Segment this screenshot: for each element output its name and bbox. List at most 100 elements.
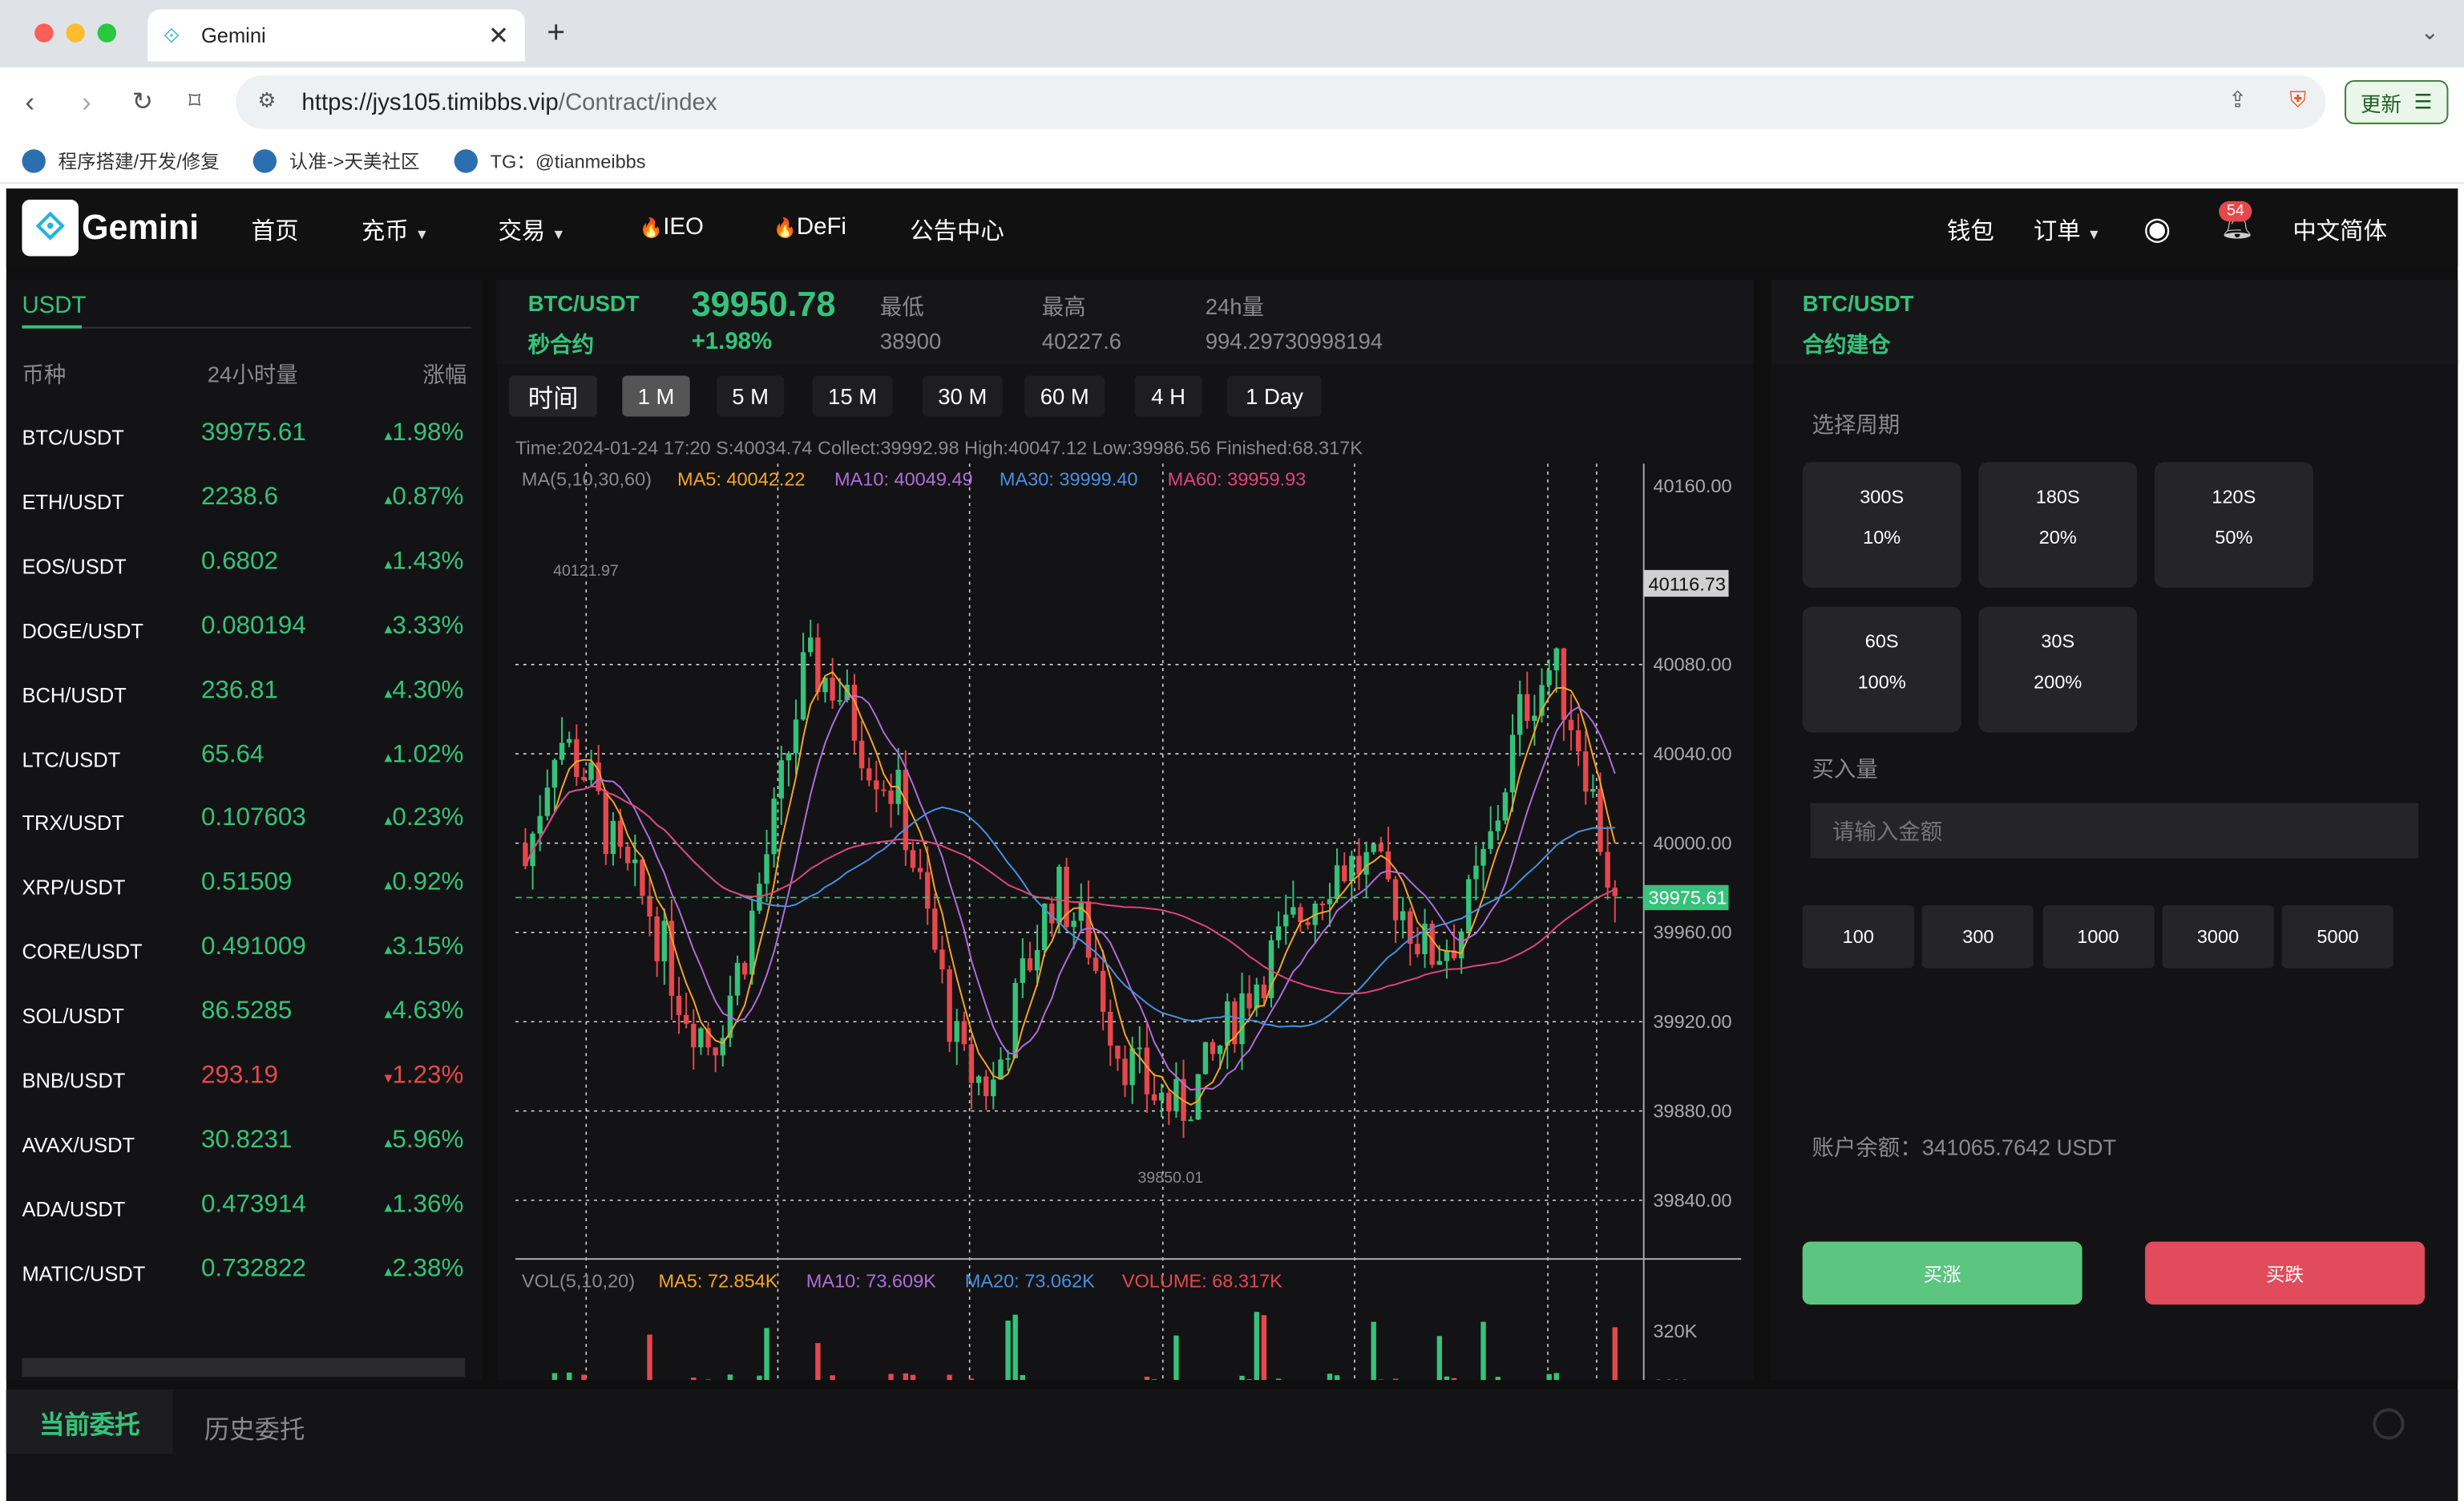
back-icon[interactable]: ‹ xyxy=(25,87,34,119)
candle-body xyxy=(1305,922,1311,925)
period-button[interactable]: 5 M xyxy=(716,375,785,417)
horizontal-scrollbar[interactable] xyxy=(22,1357,466,1378)
candle-body xyxy=(786,753,792,761)
market-row[interactable]: SOL/USDT 86.5285 ▴4.63% xyxy=(6,982,483,1046)
nav-ieo[interactable]: 🔥IEO xyxy=(640,214,704,241)
row-change: ▴2.38% xyxy=(385,1256,464,1284)
minimize-window-dot[interactable] xyxy=(66,23,85,42)
period-option[interactable]: 60S 100% xyxy=(1802,606,1961,733)
period-button[interactable]: 1 Day xyxy=(1227,375,1322,417)
y-tick-label: 39880.00 xyxy=(1653,1100,1731,1121)
address-bar[interactable]: ⚙ https://jys105.timibbs.vip/Contract/in… xyxy=(236,75,2326,129)
ma60-line xyxy=(524,785,1616,995)
period-option[interactable]: 300S 10% xyxy=(1802,462,1961,589)
period-option[interactable]: 180S 20% xyxy=(1978,462,2138,589)
arrow-up-icon: ▴ xyxy=(384,1135,393,1152)
reload-icon[interactable]: ↻ xyxy=(132,87,153,118)
market-row[interactable]: ADA/USDT 0.473914 ▴1.36% xyxy=(6,1175,483,1240)
candle-body xyxy=(1546,670,1552,686)
quick-amount-button[interactable]: 5000 xyxy=(2282,905,2394,969)
buy-down-button[interactable]: 买跌 xyxy=(2145,1241,2426,1305)
tab-current-orders[interactable]: 当前委托 xyxy=(6,1389,173,1454)
language-select[interactable]: 中文简体 xyxy=(2292,214,2387,247)
market-row[interactable]: ETH/USDT 2238.6 ▴0.87% xyxy=(6,468,483,532)
quick-amount-button[interactable]: 1000 xyxy=(2042,905,2155,969)
loading-spinner-icon xyxy=(2373,1408,2405,1440)
volume-ma5-legend: MA5: 72.854K xyxy=(658,1270,778,1291)
nav-deposit[interactable]: 充币 ▼ xyxy=(362,214,429,247)
period-button[interactable]: 15 M xyxy=(812,375,893,417)
candle-body xyxy=(551,759,558,788)
close-window-dot[interactable] xyxy=(34,23,54,42)
forward-icon[interactable]: › xyxy=(82,87,91,119)
period-option[interactable]: 120S 50% xyxy=(2154,462,2313,589)
amount-input[interactable] xyxy=(1810,803,2419,859)
period-button[interactable]: 60 M xyxy=(1024,375,1105,417)
nav-home[interactable]: 首页 xyxy=(252,214,299,247)
row-price: 65.64 xyxy=(200,741,265,768)
market-row[interactable]: TRX/USDT 0.107603 ▴0.23% xyxy=(6,790,483,854)
market-row[interactable]: LTC/USDT 65.64 ▴1.02% xyxy=(6,726,483,790)
candle-body xyxy=(866,768,872,781)
candle-body xyxy=(566,738,572,743)
site-logo[interactable]: ⟐ Gemini xyxy=(22,199,199,257)
bookmark-item[interactable]: TG：@tianmeibbs xyxy=(454,148,646,174)
share-icon[interactable]: ⇪ xyxy=(2228,87,2247,113)
nav-wallet[interactable]: 钱包 xyxy=(1947,214,1994,247)
tab-list-chevron-icon[interactable]: ⌄ xyxy=(2421,19,2439,46)
candle-body xyxy=(1378,844,1384,852)
volume-bar xyxy=(1378,1379,1384,1381)
market-row[interactable]: BTC/USDT 39975.61 ▴1.98% xyxy=(6,404,483,468)
site-info-icon[interactable]: ⚙ xyxy=(258,88,277,113)
nav-announcements[interactable]: 公告中心 xyxy=(910,214,1004,247)
market-row[interactable]: DOGE/USDT 0.080194 ▴3.33% xyxy=(6,597,483,661)
tab-usdt[interactable]: USDT xyxy=(22,293,86,319)
quick-amount-button[interactable]: 300 xyxy=(1922,905,2034,969)
bookmark-item[interactable]: 认准->天美社区 xyxy=(252,148,420,174)
user-avatar-icon[interactable]: ◉ xyxy=(2143,209,2171,249)
quick-amount-button[interactable]: 3000 xyxy=(2162,905,2274,969)
period-button[interactable]: 1 M xyxy=(622,375,690,417)
browser-tab[interactable]: ⟐ Gemini ✕ xyxy=(147,9,525,62)
market-row[interactable]: MATIC/USDT 0.732822 ▴2.38% xyxy=(6,1240,483,1304)
update-button[interactable]: 更新 ☰ xyxy=(2345,79,2449,124)
row-change: ▴4.30% xyxy=(385,677,464,705)
market-row[interactable]: BNB/USDT 293.19 ▾1.23% xyxy=(6,1046,483,1111)
period-option-time: 300S xyxy=(1860,485,1905,508)
candlestick-chart[interactable]: 40160.00 40080.00 40040.00 40000.00 39960.00… xyxy=(497,429,1754,1381)
volume-bar xyxy=(1334,1375,1340,1381)
period-button[interactable]: 30 M xyxy=(922,375,1003,417)
candle-body xyxy=(881,789,887,791)
period-button[interactable]: 时间 xyxy=(509,375,597,417)
market-row[interactable]: BCH/USDT 236.81 ▴4.30% xyxy=(6,661,483,725)
brave-shield-icon[interactable]: ⛨ xyxy=(2289,87,2306,113)
maximize-window-dot[interactable] xyxy=(97,23,117,42)
market-row[interactable]: AVAX/USDT 30.8231 ▴5.96% xyxy=(6,1111,483,1175)
ma30-legend: MA30: 39999.40 xyxy=(1000,469,1138,490)
candle-body xyxy=(574,738,580,778)
bookmark-icon[interactable]: ⌑ xyxy=(188,87,200,115)
candle-body xyxy=(1246,993,1252,1009)
tab-history-orders[interactable]: 历史委托 xyxy=(204,1408,305,1446)
new-tab-icon[interactable]: + xyxy=(547,16,565,52)
quick-amount-button[interactable]: 100 xyxy=(1802,905,1914,969)
buy-up-button[interactable]: 买涨 xyxy=(1802,1241,2082,1305)
nav-orders[interactable]: 订单 ▼ xyxy=(2034,214,2101,247)
market-row[interactable]: XRP/USDT 0.51509 ▴0.92% xyxy=(6,854,483,918)
period-option-percent: 50% xyxy=(2215,526,2253,549)
market-row[interactable]: CORE/USDT 0.491009 ▴3.15% xyxy=(6,918,483,982)
candle-body xyxy=(1598,788,1603,852)
period-option[interactable]: 30S 200% xyxy=(1978,606,2138,733)
market-row[interactable]: EOS/USDT 0.6802 ▴1.43% xyxy=(6,532,483,597)
nav-trade[interactable]: 交易 ▼ xyxy=(498,214,565,247)
bookmark-label: 认准->天美社区 xyxy=(289,151,420,173)
volume-bar xyxy=(910,1374,916,1381)
nav-defi[interactable]: 🔥DeFi xyxy=(774,214,846,241)
bookmark-item[interactable]: 程序搭建/开发/修复 xyxy=(22,148,220,174)
close-tab-icon[interactable]: ✕ xyxy=(488,20,509,51)
candle-body xyxy=(1108,1011,1113,1046)
candle-body xyxy=(830,678,835,701)
period-button[interactable]: 4 H xyxy=(1134,375,1202,417)
y-tick-label: 40040.00 xyxy=(1653,743,1731,764)
row-change: ▴1.98% xyxy=(385,419,464,447)
